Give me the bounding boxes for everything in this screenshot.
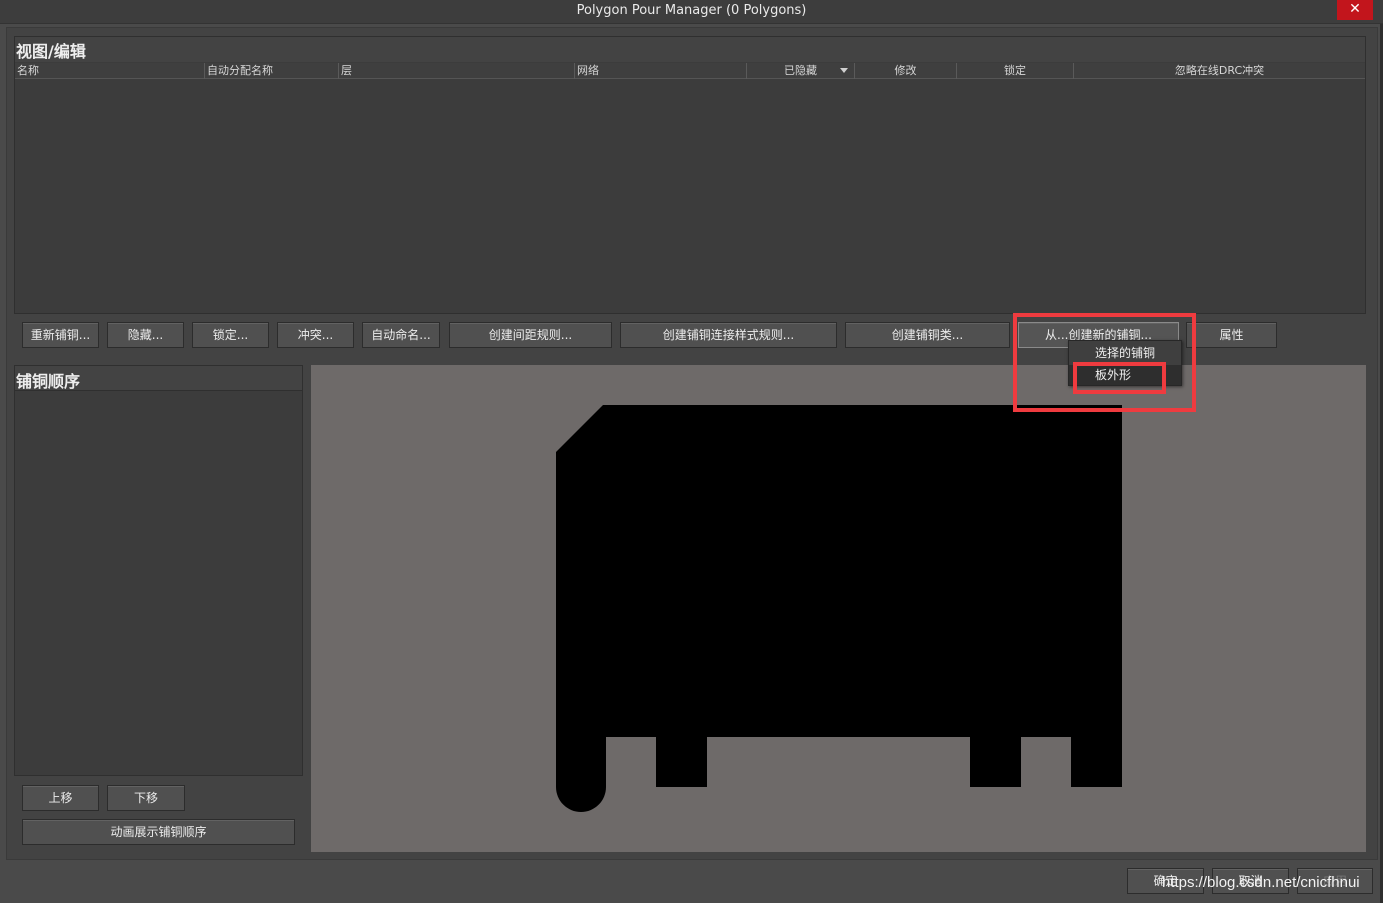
view-edit-panel: 名称 自动分配名称 层 网络 已隐藏 修改 锁定 忽略在线DRC冲突 (14, 36, 1366, 314)
create-clearance-rule-button[interactable]: 创建间距规则... (449, 322, 612, 348)
auto-name-button[interactable]: 自动命名... (362, 322, 440, 348)
move-down-button[interactable]: 下移 (107, 785, 185, 811)
column-hidden-label: 已隐藏 (784, 64, 817, 77)
lock-button[interactable]: 锁定... (192, 322, 269, 348)
animate-pour-order-button[interactable]: 动画展示铺铜顺序 (22, 819, 295, 845)
polygon-grid-header: 名称 自动分配名称 层 网络 已隐藏 修改 锁定 忽略在线DRC冲突 (15, 63, 1365, 79)
sort-icon (840, 68, 848, 73)
create-connect-style-rule-button[interactable]: 创建铺铜连接样式规则... (620, 322, 837, 348)
column-layer[interactable]: 层 (339, 63, 575, 79)
column-hidden[interactable]: 已隐藏 (747, 63, 855, 79)
create-polygon-class-button[interactable]: 创建铺铜类... (845, 322, 1010, 348)
window-title: Polygon Pour Manager (0 Polygons) (576, 3, 807, 18)
column-auto-name[interactable]: 自动分配名称 (205, 63, 339, 79)
view-edit-header (15, 37, 1365, 62)
hide-button[interactable]: 隐藏... (107, 322, 184, 348)
close-button[interactable]: ✕ (1337, 0, 1373, 20)
board-preview[interactable] (311, 365, 1366, 852)
column-name[interactable]: 名称 (15, 63, 205, 79)
column-modified[interactable]: 修改 (855, 63, 957, 79)
watermark-text: https://blog.csdn.net/cnicfhnui (1162, 874, 1360, 891)
board-outline-graphic (556, 405, 1122, 812)
column-locked[interactable]: 锁定 (957, 63, 1074, 79)
board-shape (556, 405, 1122, 812)
column-ignore-drc[interactable]: 忽略在线DRC冲突 (1074, 63, 1365, 79)
violations-button[interactable]: 冲突... (277, 322, 354, 348)
close-icon: ✕ (1349, 1, 1361, 17)
pour-order-heading: 铺铜顺序 (16, 372, 81, 391)
move-up-button[interactable]: 上移 (22, 785, 99, 811)
pour-order-list[interactable] (14, 365, 303, 776)
repour-button[interactable]: 重新铺铜... (22, 322, 99, 348)
title-bar: Polygon Pour Manager (0 Polygons) ✕ (0, 0, 1383, 24)
view-edit-heading: 视图/编辑 (16, 42, 86, 61)
properties-button[interactable]: 属性 (1186, 322, 1277, 348)
highlight-box-inner (1073, 362, 1166, 394)
column-net[interactable]: 网络 (575, 63, 747, 79)
